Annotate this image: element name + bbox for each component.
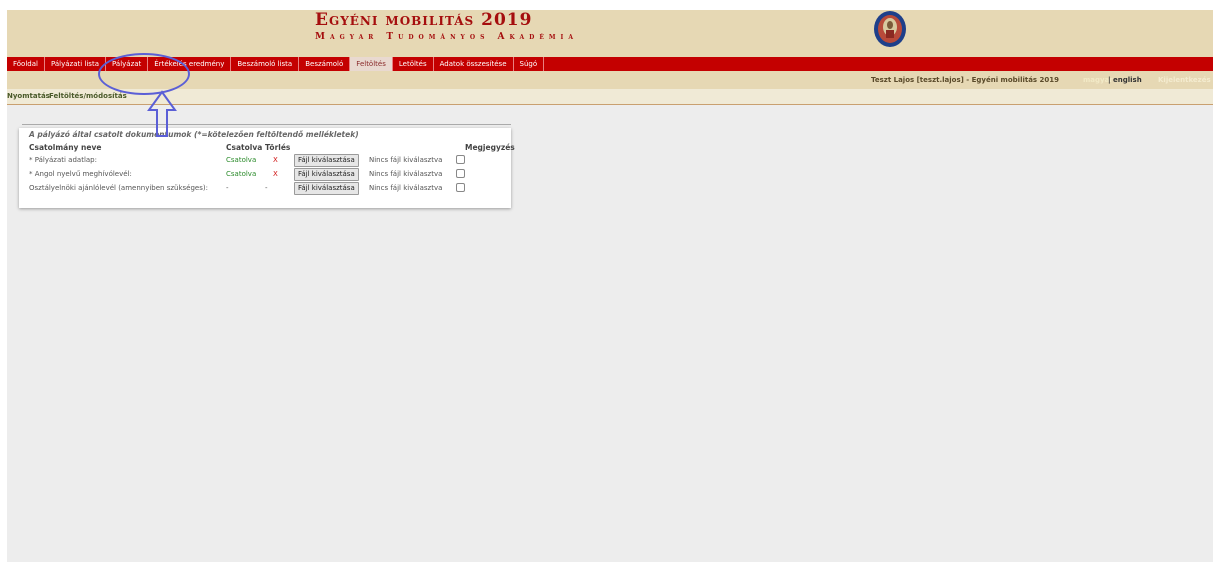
no-file-selected-text: Nincs fájl kiválasztva [369, 156, 443, 164]
header-note: Megjegyzés [465, 143, 515, 152]
no-file-selected-text: Nincs fájl kiválasztva [369, 184, 443, 192]
attachment-row: * Pályázati adatlap: Csatolva X Fájl kiv… [19, 154, 511, 168]
subnav-upload-modify[interactable]: Feltöltés/módosítás [49, 92, 127, 100]
header-attached: Csatolva [226, 143, 263, 152]
attachments-panel: A pályázó által csatolt dokumentumok (*=… [19, 124, 515, 208]
delete-icon[interactable]: X [273, 156, 278, 164]
nav-adatok-osszesitese[interactable]: Adatok összesítése [434, 57, 514, 71]
site-header: Egyéni mobilitás 2019 Magyar Tudományos … [7, 10, 1213, 57]
nav-palyazati-lista[interactable]: Pályázati lista [45, 57, 106, 71]
nav-palyazat[interactable]: Pályázat [106, 57, 149, 71]
choose-file-button[interactable]: Fájl kiválasztása [294, 154, 359, 167]
note-checkbox[interactable] [456, 169, 465, 178]
attachment-status: Csatolva [226, 170, 257, 178]
site-title: Egyéni mobilitás 2019 [315, 10, 533, 30]
main-navigation: Főoldal Pályázati lista Pályázat Értékel… [7, 57, 1213, 71]
panel-divider [22, 124, 511, 125]
attachment-row: Osztályelnöki ajánlólevél (amennyiben sz… [19, 182, 511, 196]
delete-icon[interactable]: X [273, 170, 278, 178]
header-delete: Törlés [265, 143, 291, 152]
sub-navigation: Nyomtatás Feltöltés/módosítás [7, 89, 1213, 105]
note-checkbox[interactable] [456, 155, 465, 164]
attachment-name: * Pályázati adatlap: [29, 156, 97, 164]
choose-file-button[interactable]: Fájl kiválasztása [294, 182, 359, 195]
attachment-status: - [226, 184, 229, 192]
delete-placeholder: - [265, 184, 268, 192]
nav-feltoltes[interactable]: Feltöltés [350, 57, 393, 71]
lang-english-link[interactable]: | english [1108, 76, 1142, 84]
nav-ertekeles-eredmeny[interactable]: Értékelés eredmény [148, 57, 232, 71]
nav-letoltes[interactable]: Letöltés [393, 57, 434, 71]
page-background: Egyéni mobilitás 2019 Magyar Tudományos … [7, 10, 1213, 562]
choose-file-button[interactable]: Fájl kiválasztása [294, 168, 359, 181]
up-arrow-icon [147, 90, 177, 137]
attachments-title: A pályázó által csatolt dokumentumok (*=… [29, 130, 359, 139]
nav-fooldal[interactable]: Főoldal [7, 57, 45, 71]
current-user: Teszt Lajos [teszt.lajos] - Egyéni mobil… [871, 76, 1060, 84]
attachment-name: Osztályelnöki ajánlólevél (amennyiben sz… [29, 184, 208, 192]
subnav-print[interactable]: Nyomtatás [7, 92, 50, 100]
nav-beszamolo-lista[interactable]: Beszámoló lista [231, 57, 300, 71]
nav-sugo[interactable]: Súgó [514, 57, 545, 71]
nav-beszamolo[interactable]: Beszámoló [299, 57, 351, 71]
attachment-row: * Angol nyelvű meghívólevél: Csatolva X … [19, 168, 511, 182]
user-bar: Teszt Lajos [teszt.lajos] - Egyéni mobil… [7, 71, 1213, 89]
academy-seal-icon [873, 10, 907, 48]
attachment-status: Csatolva [226, 156, 257, 164]
note-checkbox[interactable] [456, 183, 465, 192]
site-subtitle: Magyar Tudományos Akadémia [315, 32, 579, 42]
no-file-selected-text: Nincs fájl kiválasztva [369, 170, 443, 178]
logout-link[interactable]: Kijelentkezés [1158, 76, 1211, 84]
attachment-name: * Angol nyelvű meghívólevél: [29, 170, 132, 178]
header-attachment-name: Csatolmány neve [29, 143, 102, 152]
